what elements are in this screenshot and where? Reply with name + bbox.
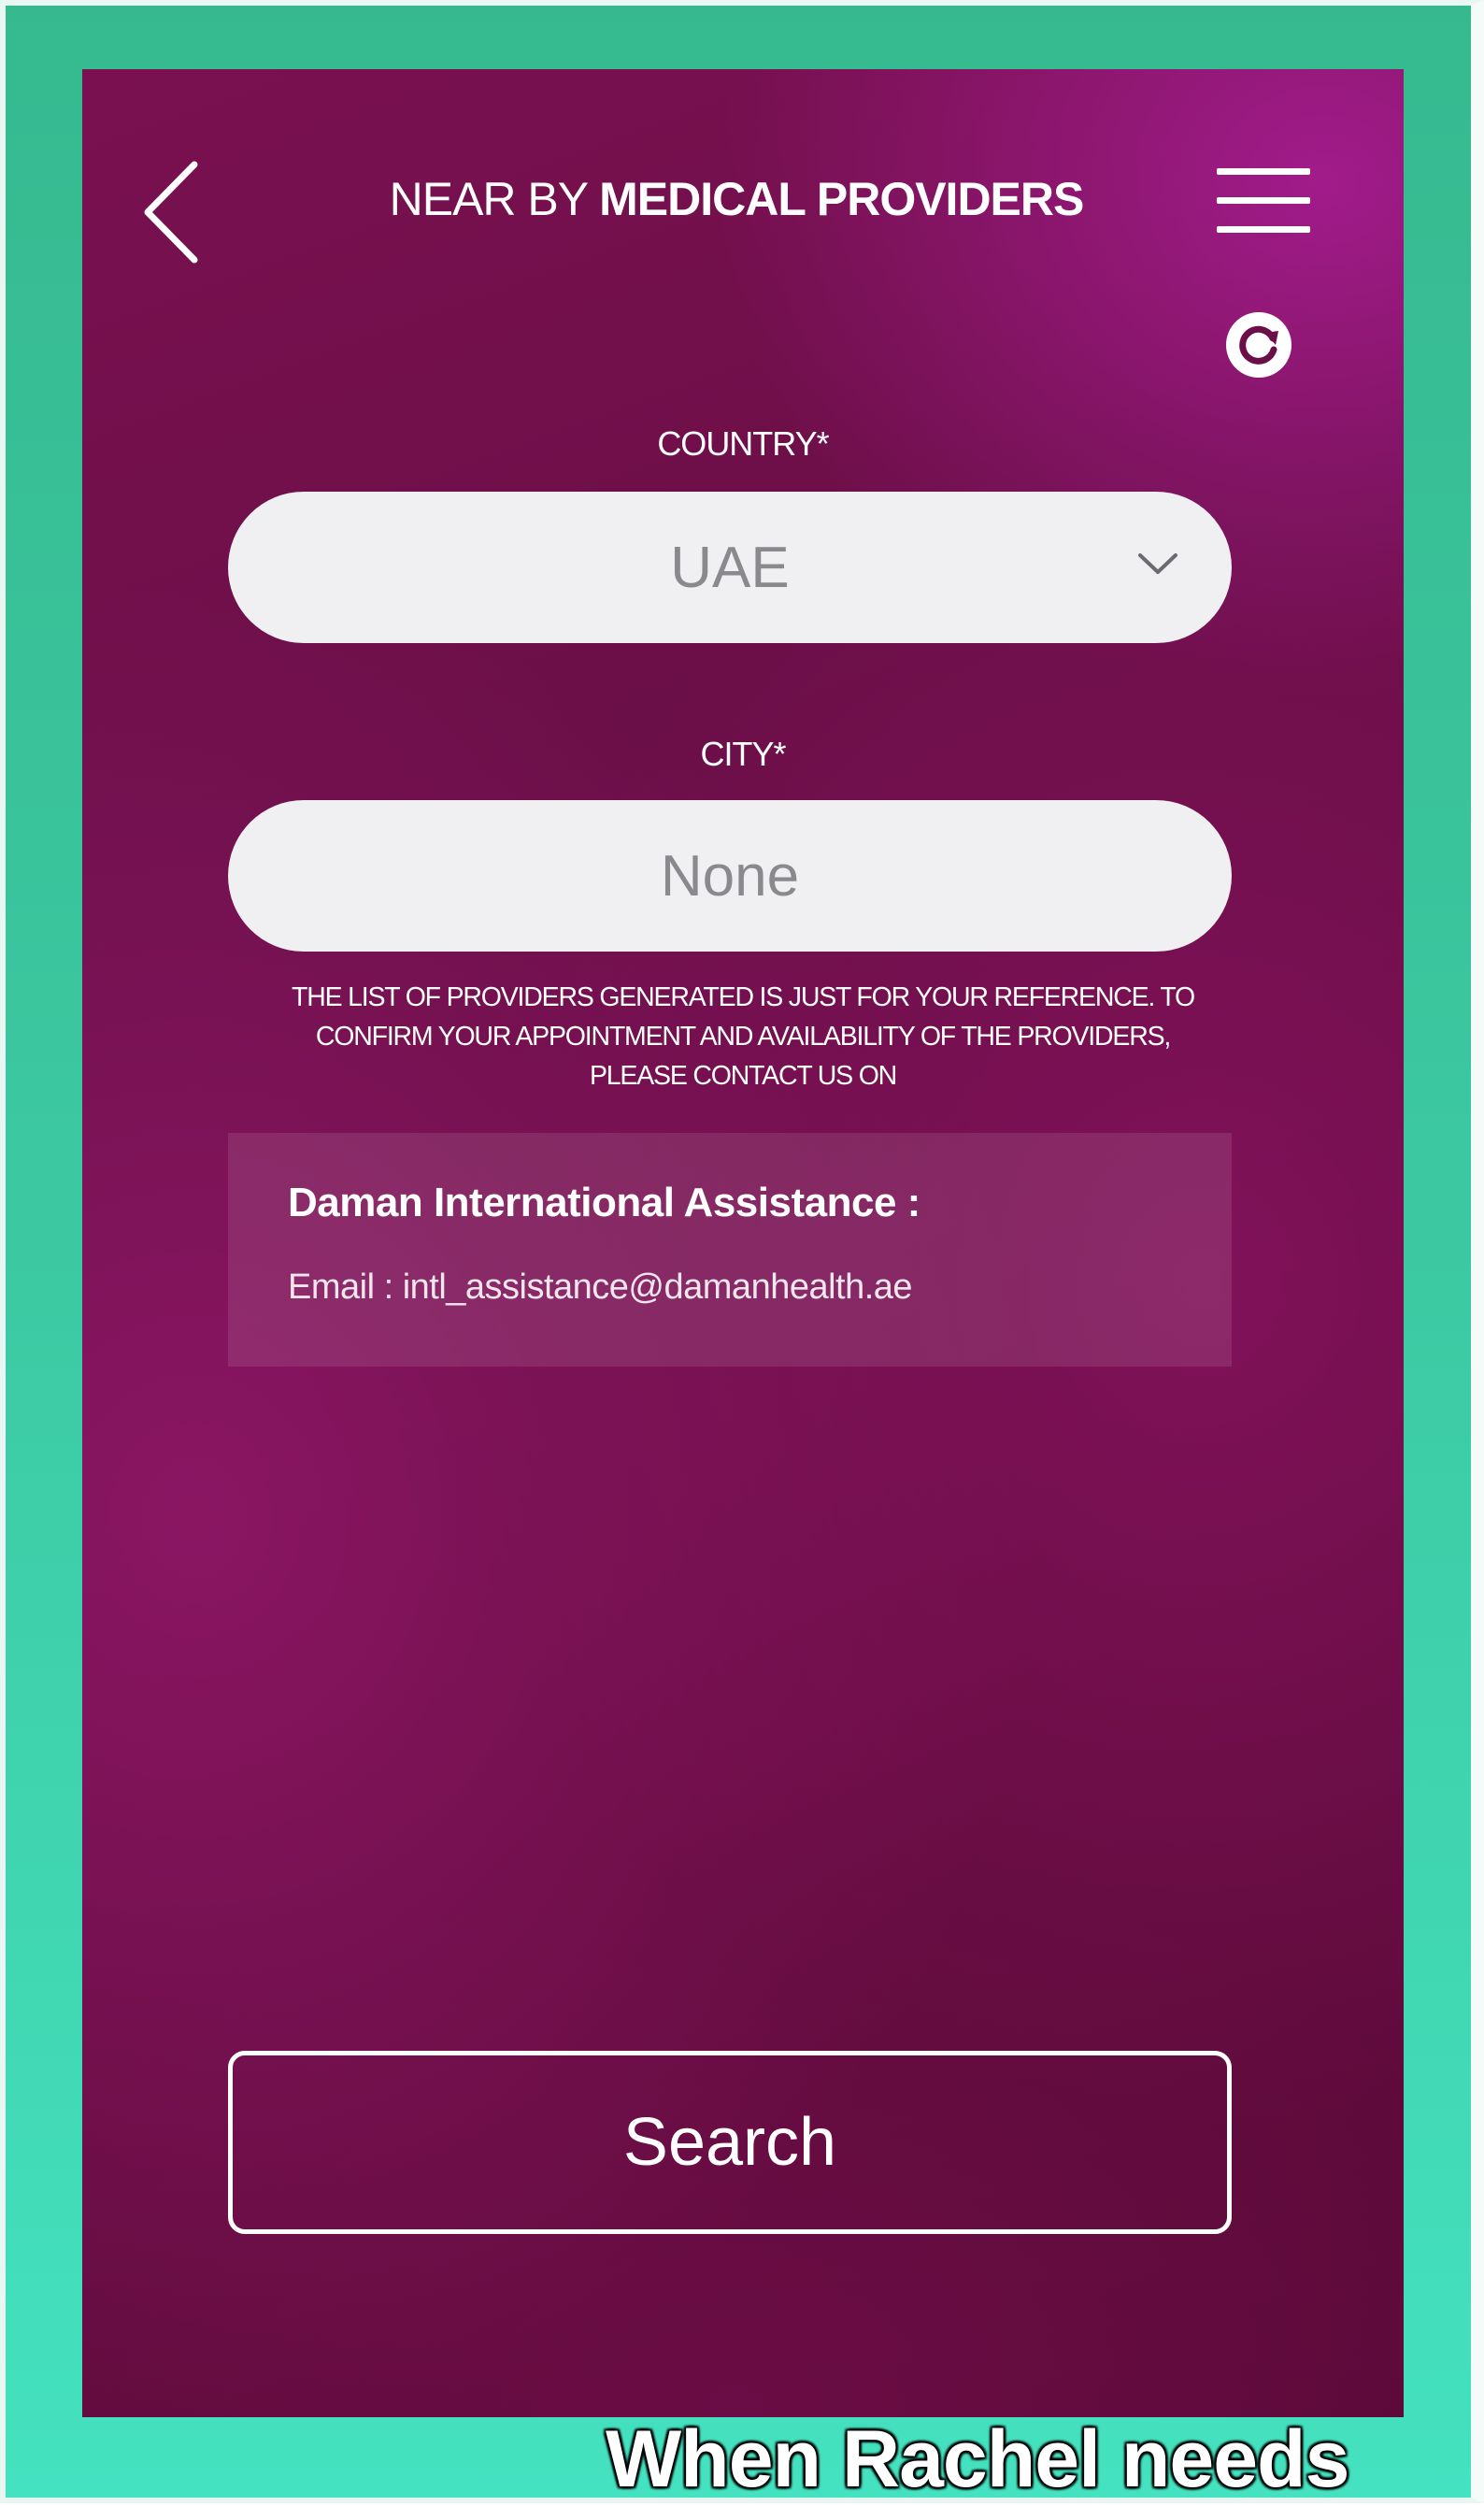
city-label: CITY* bbox=[700, 735, 786, 773]
page-title: NEAR BY MEDICAL PROVIDERS bbox=[269, 172, 1204, 226]
contact-email[interactable]: Email : intl_assistance@damanhealth.ae bbox=[288, 1267, 913, 1308]
country-select[interactable]: UAE bbox=[228, 492, 1232, 643]
city-select[interactable]: None bbox=[228, 800, 1232, 952]
refresh-button[interactable] bbox=[1224, 310, 1293, 379]
country-label: COUNTRY* bbox=[657, 424, 829, 463]
video-caption: When Rachel needs bbox=[606, 2414, 1349, 2504]
refresh-icon bbox=[1226, 312, 1291, 378]
city-value: None bbox=[660, 843, 800, 909]
back-button[interactable] bbox=[135, 151, 209, 273]
app-screen: NEAR BY MEDICAL PROVIDERS COUNTRY* UAE C… bbox=[82, 69, 1404, 2417]
disclaimer-text: THE LIST OF PROVIDERS GENERATED IS JUST … bbox=[213, 978, 1273, 1095]
page-title-bold: MEDICAL PROVIDERS bbox=[599, 173, 1084, 225]
menu-button[interactable] bbox=[1217, 168, 1310, 234]
contact-card: Daman International Assistance : Email :… bbox=[228, 1133, 1232, 1367]
chevron-down-icon bbox=[1138, 553, 1177, 574]
contact-title: Daman International Assistance : bbox=[288, 1180, 920, 1225]
search-button[interactable]: Search bbox=[228, 2051, 1232, 2234]
chevron-left-icon bbox=[144, 161, 198, 264]
page-title-light: NEAR BY bbox=[389, 173, 600, 225]
country-value: UAE bbox=[670, 535, 790, 600]
disclaimer-line: CONFIRM YOUR APPOINTMENT AND AVAILABILIT… bbox=[315, 1022, 1171, 1052]
disclaimer-line: THE LIST OF PROVIDERS GENERATED IS JUST … bbox=[291, 982, 1195, 1012]
disclaimer-line: PLEASE CONTACT US ON bbox=[589, 1061, 897, 1091]
